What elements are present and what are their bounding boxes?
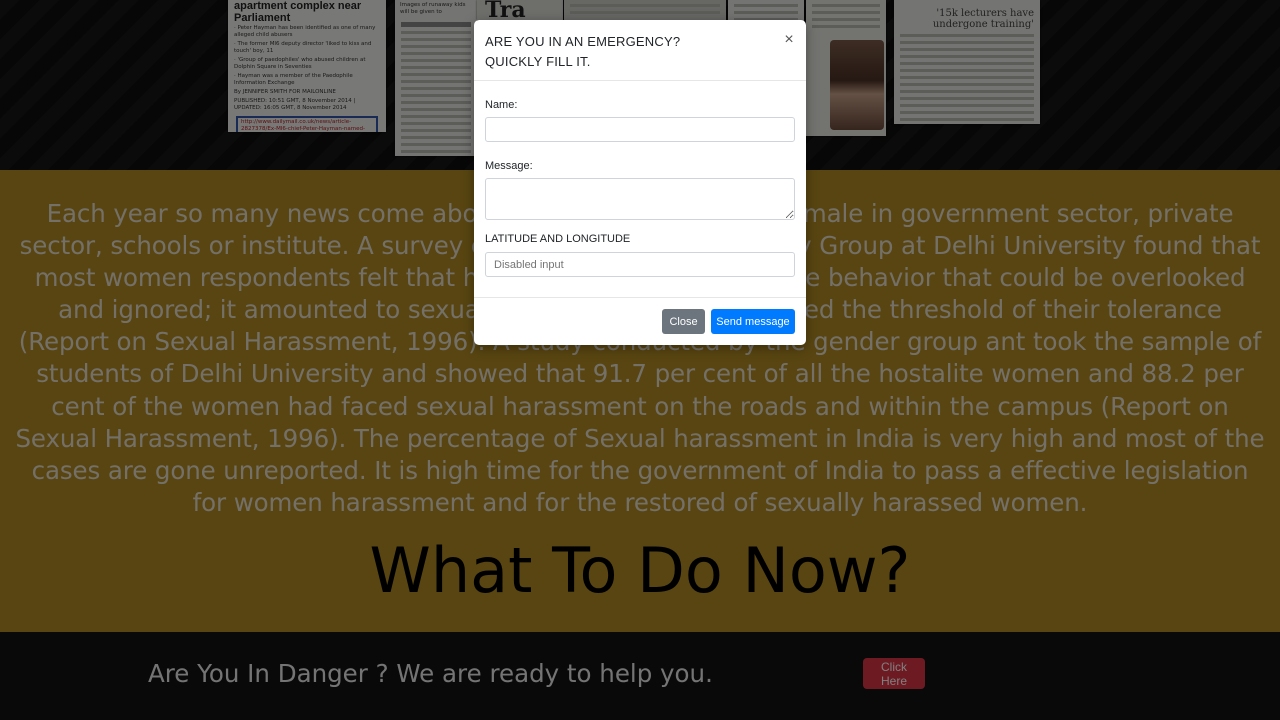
modal-footer: Close Send message bbox=[474, 297, 806, 346]
modal-header: ARE YOU IN AN EMERGENCY? QUICKLY FILL IT… bbox=[474, 20, 806, 81]
modal-title-line1: ARE YOU IN AN EMERGENCY? bbox=[485, 34, 681, 49]
modal-title: ARE YOU IN AN EMERGENCY? QUICKLY FILL IT… bbox=[485, 32, 735, 72]
name-label: Name: bbox=[485, 99, 518, 111]
latlng-label: LATITUDE AND LONGITUDE bbox=[485, 233, 631, 245]
send-message-button[interactable]: Send message bbox=[711, 309, 795, 334]
close-button[interactable]: Close bbox=[662, 309, 705, 334]
name-input[interactable] bbox=[485, 117, 795, 142]
modal-title-line2: QUICKLY FILL IT. bbox=[485, 54, 591, 69]
close-icon[interactable]: × bbox=[782, 30, 796, 50]
message-label: Message: bbox=[485, 160, 533, 172]
latlng-input[interactable] bbox=[485, 252, 795, 277]
emergency-modal: ARE YOU IN AN EMERGENCY? QUICKLY FILL IT… bbox=[474, 20, 806, 345]
message-textarea[interactable] bbox=[485, 178, 795, 220]
